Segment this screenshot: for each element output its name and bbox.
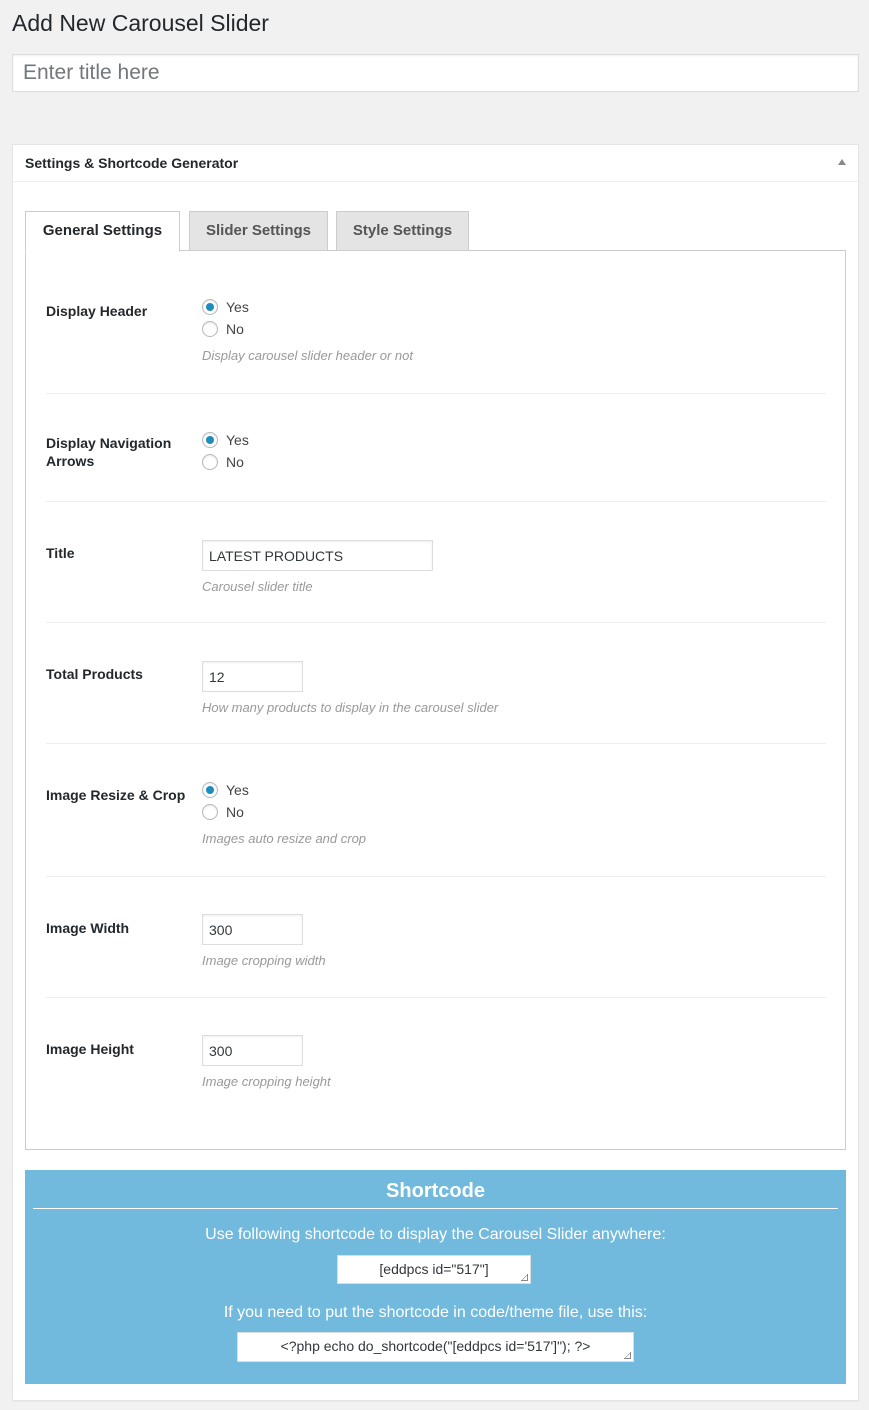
image-resize-option-yes[interactable]: Yes	[202, 779, 366, 801]
setting-row-display-header: Display Header Yes No Display carousel s…	[46, 296, 826, 394]
setting-row-display-navigation: Display Navigation Arrows Yes No	[46, 393, 826, 502]
slider-title-input[interactable]	[202, 540, 433, 571]
general-settings-panel: Display Header Yes No Display carousel s…	[25, 250, 846, 1150]
image-width-input[interactable]	[202, 914, 303, 945]
shortcode-heading: Shortcode	[386, 1180, 485, 1202]
image-height-description: Image cropping height	[202, 1074, 331, 1089]
option-label: No	[226, 804, 244, 820]
display-header-description: Display carousel slider header or not	[202, 348, 413, 363]
page-title: Add New Carousel Slider	[12, 10, 269, 36]
radio-checked-icon[interactable]	[202, 782, 218, 798]
title-field: Carousel slider title	[202, 540, 433, 594]
image-resize-field: Yes No Images auto resize and crop	[202, 779, 366, 846]
setting-row-total-products: Total Products How many products to disp…	[46, 622, 826, 744]
image-resize-option-no[interactable]: No	[202, 801, 366, 823]
metabox-title: Settings & Shortcode Generator	[25, 155, 239, 171]
radio-checked-icon[interactable]	[202, 432, 218, 448]
image-height-input[interactable]	[202, 1035, 303, 1066]
setting-row-title: Title Carousel slider title	[46, 501, 826, 623]
option-label: No	[226, 321, 244, 337]
display-navigation-option-yes[interactable]: Yes	[202, 429, 249, 451]
radio-checked-icon[interactable]	[202, 299, 218, 315]
setting-row-image-resize: Image Resize & Crop Yes No Images auto r…	[46, 743, 826, 877]
title-label: Title	[46, 545, 75, 561]
setting-row-image-height: Image Height Image cropping height	[46, 997, 826, 1137]
image-width-field: Image cropping width	[202, 914, 326, 968]
display-header-label: Display Header	[46, 303, 148, 319]
total-products-field: How many products to display in the caro…	[202, 661, 498, 715]
setting-row-image-width: Image Width Image cropping width	[46, 876, 826, 998]
total-products-description: How many products to display in the caro…	[202, 700, 499, 715]
total-products-label: Total Products	[46, 666, 143, 682]
php-shortcode-value: <?php echo do_shortcode("[eddpcs id='517…	[280, 1338, 591, 1354]
shortcode-instruction: Use following shortcode to display the C…	[205, 1226, 666, 1243]
title-description: Carousel slider title	[202, 579, 313, 594]
option-label: No	[226, 454, 244, 470]
option-label: Yes	[226, 782, 249, 798]
shortcode-value: [eddpcs id="517"]	[379, 1261, 489, 1277]
radio-unchecked-icon[interactable]	[202, 454, 218, 470]
collapse-arrow-icon[interactable]	[838, 159, 846, 165]
display-header-option-yes[interactable]: Yes	[202, 296, 413, 318]
shortcode-panel: Shortcode Use following shortcode to dis…	[25, 1170, 846, 1384]
option-label: Yes	[226, 299, 249, 315]
image-width-description: Image cropping width	[202, 953, 326, 968]
shortcode-divider	[33, 1208, 838, 1209]
php-shortcode-textarea[interactable]: <?php echo do_shortcode("[eddpcs id='517…	[237, 1332, 634, 1362]
resize-handle-icon[interactable]	[624, 1352, 631, 1359]
tab-slider-settings[interactable]: Slider Settings	[189, 211, 328, 251]
image-height-field: Image cropping height	[202, 1035, 331, 1089]
resize-handle-icon[interactable]	[521, 1274, 528, 1281]
php-shortcode-instruction: If you need to put the shortcode in code…	[223, 1304, 648, 1321]
tab-style-settings[interactable]: Style Settings	[336, 211, 469, 251]
radio-unchecked-icon[interactable]	[202, 804, 218, 820]
image-height-label: Image Height	[46, 1041, 134, 1057]
image-resize-description: Images auto resize and crop	[202, 831, 367, 846]
image-resize-label: Image Resize & Crop	[46, 787, 186, 803]
settings-metabox: Settings & Shortcode Generator General S…	[12, 144, 859, 1401]
image-width-label: Image Width	[46, 920, 130, 936]
shortcode-textarea[interactable]: [eddpcs id="517"]	[337, 1255, 531, 1284]
display-navigation-option-no[interactable]: No	[202, 451, 249, 473]
total-products-input[interactable]	[202, 661, 303, 692]
display-navigation-label: Display Navigation Arrows	[46, 435, 172, 469]
tab-general-settings[interactable]: General Settings	[25, 211, 180, 252]
display-header-field: Yes No Display carousel slider header or…	[202, 296, 413, 363]
radio-unchecked-icon[interactable]	[202, 321, 218, 337]
metabox-header[interactable]: Settings & Shortcode Generator	[13, 145, 858, 182]
option-label: Yes	[226, 432, 249, 448]
display-navigation-field: Yes No	[202, 429, 249, 473]
display-header-option-no[interactable]: No	[202, 318, 413, 340]
post-title-input[interactable]	[12, 54, 859, 92]
